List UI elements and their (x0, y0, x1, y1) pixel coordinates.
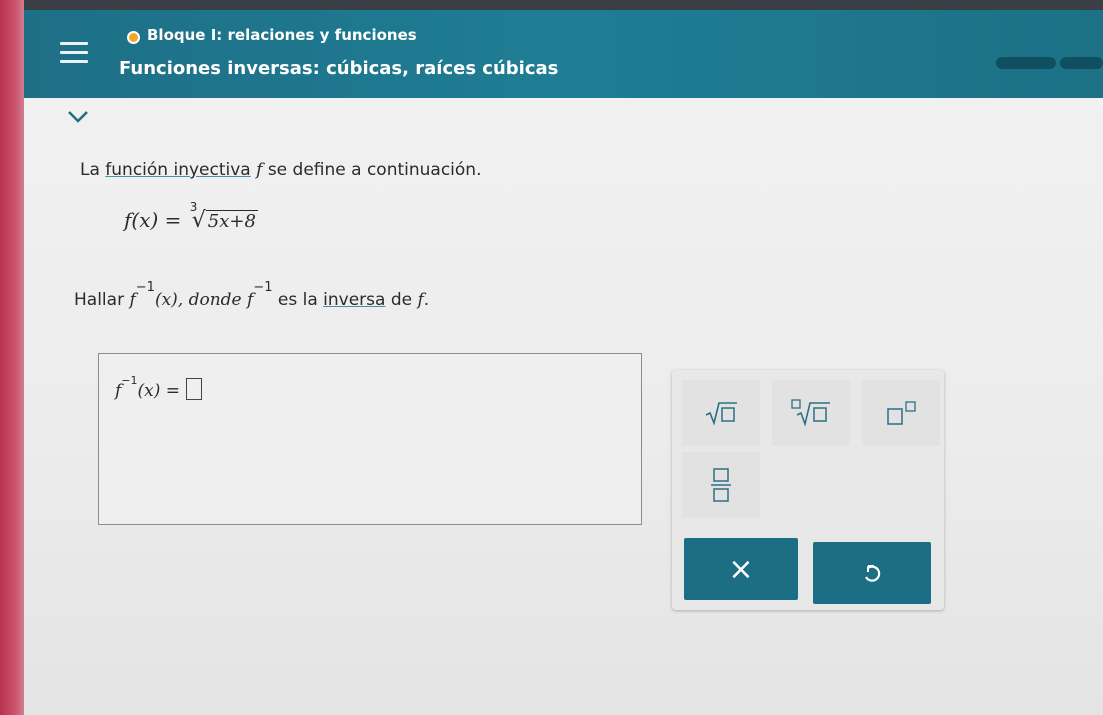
undo-button[interactable] (813, 542, 931, 604)
answer-lhs: (x) = (137, 381, 181, 401)
math-keypad: × (672, 370, 944, 610)
answer-area[interactable]: f−1(x) = (98, 353, 642, 525)
answer-expression: f−1(x) = (115, 374, 203, 401)
function-lhs: f(x) = (124, 208, 182, 232)
cube-root: 3 √ 5x+8 (190, 200, 258, 233)
clear-button[interactable]: × (684, 538, 798, 600)
intro-text-end: se define a continuación. (262, 160, 482, 180)
chevron-down-icon[interactable] (64, 106, 92, 128)
power-key[interactable] (862, 380, 940, 446)
progress-segment (1060, 57, 1103, 69)
lesson-title: Funciones inversas: cúbicas, raíces cúbi… (119, 58, 559, 79)
header-bar: Bloque I: relaciones y funciones Funcion… (24, 10, 1103, 98)
section-title: Bloque I: relaciones y funciones (147, 26, 417, 44)
find-middle: es la (272, 290, 324, 310)
answer-exponent: −1 (121, 374, 138, 387)
sqrt-key[interactable] (682, 380, 760, 446)
menu-icon[interactable] (54, 34, 94, 70)
find-text: Hallar (74, 290, 130, 310)
fraction-key[interactable] (682, 452, 760, 518)
find-suffix: de (385, 290, 418, 310)
progress-bar (996, 57, 1103, 69)
inverse-exponent: −1 (135, 280, 155, 295)
answer-input[interactable] (186, 378, 203, 400)
find-expr: (x), donde (154, 290, 248, 310)
root-index: 3 (189, 200, 198, 214)
screen-bezel-top (24, 0, 1103, 10)
question-intro: La función inyectiva f se define a conti… (80, 160, 482, 180)
nth-root-key[interactable] (772, 380, 850, 446)
inverse-link[interactable]: inversa (323, 290, 385, 310)
status-dot (127, 31, 140, 44)
period: . (423, 290, 430, 310)
lesson-page: Bloque I: relaciones y funciones Funcion… (24, 10, 1103, 715)
progress-segment (996, 57, 1056, 69)
question-prompt: Hallar f−1(x), donde f−1 es la inversa d… (74, 280, 429, 310)
function-definition: f(x) = 3 √ 5x+8 (124, 200, 258, 233)
inverse-exponent: −1 (253, 280, 273, 295)
screen-bezel-left (0, 0, 24, 715)
radicand: 5x+8 (205, 210, 258, 232)
undo-icon (865, 565, 881, 582)
injective-function-link[interactable]: función inyectiva (105, 160, 250, 180)
intro-text: La (80, 160, 106, 180)
